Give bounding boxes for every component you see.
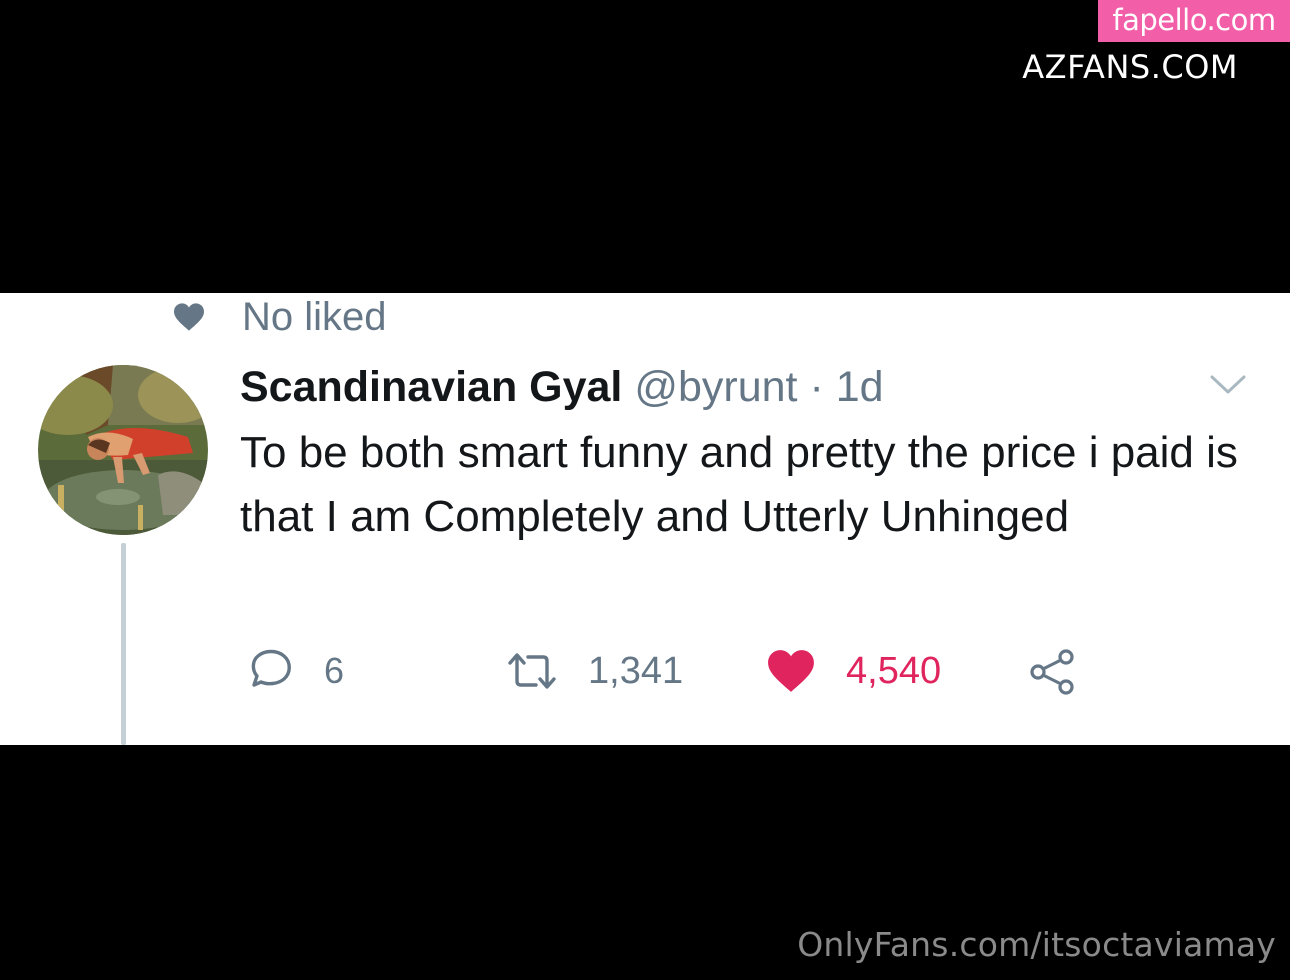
social-context-label: No liked: [242, 294, 387, 339]
tweet-card[interactable]: No liked Scandinavian Gyal @byrunt · 1d …: [0, 293, 1290, 745]
like-count: 4,540: [846, 649, 942, 692]
social-context: No liked: [172, 293, 387, 341]
tweet-text: To be both smart funny and pretty the pr…: [240, 428, 1238, 541]
azfans-watermark: AZFANS.COM: [1022, 48, 1238, 86]
tweet-header: Scandinavian Gyal @byrunt · 1d: [240, 359, 884, 415]
share-icon: [1030, 649, 1074, 695]
retweet-count: 1,341: [588, 649, 684, 692]
reply-button[interactable]: 6: [246, 647, 344, 695]
separator-dot: ·: [809, 363, 824, 411]
avatar[interactable]: [38, 365, 208, 535]
chevron-down-icon[interactable]: [1208, 373, 1248, 397]
onlyfans-watermark: OnlyFans.com/itsoctaviamay: [797, 925, 1276, 964]
heart-icon: [174, 303, 204, 331]
user-handle[interactable]: @byrunt: [634, 363, 797, 411]
reply-count: 6: [324, 650, 345, 691]
fapello-watermark: fapello.com: [1098, 0, 1290, 42]
heart-filled-icon: [768, 650, 814, 692]
avatar-painting: [38, 365, 208, 535]
reply-icon: [251, 649, 291, 687]
thread-line: [121, 543, 126, 745]
retweet-icon: [508, 653, 556, 689]
timestamp[interactable]: 1d: [836, 363, 884, 411]
screenshot-page: fapello.com AZFANS.COM No liked Scandina…: [0, 0, 1290, 980]
like-button[interactable]: 4,540: [766, 647, 941, 695]
share-button[interactable]: [1028, 647, 1078, 695]
retweet-button[interactable]: 1,341: [506, 647, 683, 695]
display-name[interactable]: Scandinavian Gyal: [240, 363, 622, 411]
